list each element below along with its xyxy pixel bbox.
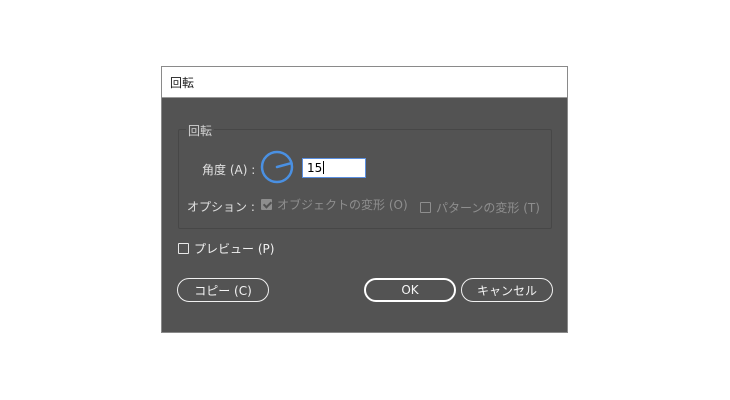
preview-label: プレビュー (P) — [194, 242, 275, 256]
rotate-dialog: 回転 回転 角度 (A) : 15 オプション : オブジェクトの変形 (O) … — [161, 66, 568, 333]
transform-objects-option[interactable]: オブジェクトの変形 (O) — [261, 196, 408, 213]
transform-patterns-label: パターンの変形 (T) — [436, 201, 540, 215]
transform-objects-checkbox-icon[interactable] — [261, 199, 272, 210]
preview-checkbox-icon[interactable] — [178, 243, 189, 254]
transform-patterns-checkbox-icon[interactable] — [420, 202, 431, 213]
dialog-titlebar[interactable]: 回転 — [162, 67, 567, 98]
copy-button[interactable]: コピー (C) — [177, 278, 269, 302]
transform-objects-label: オブジェクトの変形 (O) — [277, 198, 408, 212]
cancel-button[interactable]: キャンセル — [461, 278, 553, 302]
angle-value: 15 — [307, 161, 323, 175]
transform-patterns-option[interactable]: パターンの変形 (T) — [420, 199, 540, 216]
rotation-dial-icon[interactable] — [260, 150, 294, 184]
group-title: 回転 — [186, 122, 215, 139]
options-label: オプション : — [187, 200, 255, 214]
ok-button[interactable]: OK — [364, 278, 456, 302]
angle-input[interactable]: 15 — [302, 158, 366, 178]
angle-label: 角度 (A) : — [202, 163, 256, 177]
preview-option[interactable]: プレビュー (P) — [178, 240, 274, 257]
text-caret — [323, 161, 325, 174]
dialog-title: 回転 — [170, 75, 195, 90]
